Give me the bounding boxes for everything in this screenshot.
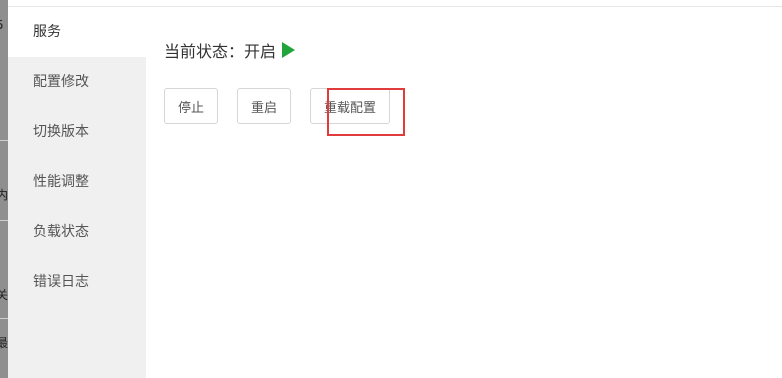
sidebar-item-performance-tuning[interactable]: 性能调整 (8, 157, 146, 207)
sidebar: 服务 配置修改 切换版本 性能调整 负载状态 错误日志 (8, 7, 146, 378)
background-divider (0, 318, 8, 319)
sidebar-item-config-edit[interactable]: 配置修改 (8, 57, 146, 107)
status-label: 当前状态： (164, 42, 245, 61)
reload-config-button[interactable]: 重载配置 (310, 88, 391, 124)
background-glyph: 5 (0, 18, 4, 32)
sidebar-item-service[interactable]: 服务 (8, 7, 146, 57)
sidebar-item-load-status[interactable]: 负载状态 (8, 207, 146, 257)
sidebar-item-error-log[interactable]: 错误日志 (8, 257, 146, 307)
service-actions: 停止 重启 重载配置 (164, 88, 391, 124)
restart-button[interactable]: 重启 (237, 88, 292, 124)
sidebar-item-switch-version[interactable]: 切换版本 (8, 107, 146, 157)
background-page-edge: 5 内 关 最 (0, 0, 8, 378)
service-status: 当前状态： 开启 (164, 37, 296, 63)
main-panel: 当前状态： 开启 停止 重启 重载配置 (146, 7, 782, 378)
background-divider (0, 140, 8, 141)
stop-button[interactable]: 停止 (164, 88, 219, 124)
background-divider (0, 220, 8, 221)
background-glyph: 内 (0, 188, 8, 202)
status-value: 开启 (244, 42, 277, 61)
background-glyph: 最 (0, 336, 8, 350)
play-icon (282, 42, 296, 58)
background-glyph: 关 (0, 288, 8, 302)
